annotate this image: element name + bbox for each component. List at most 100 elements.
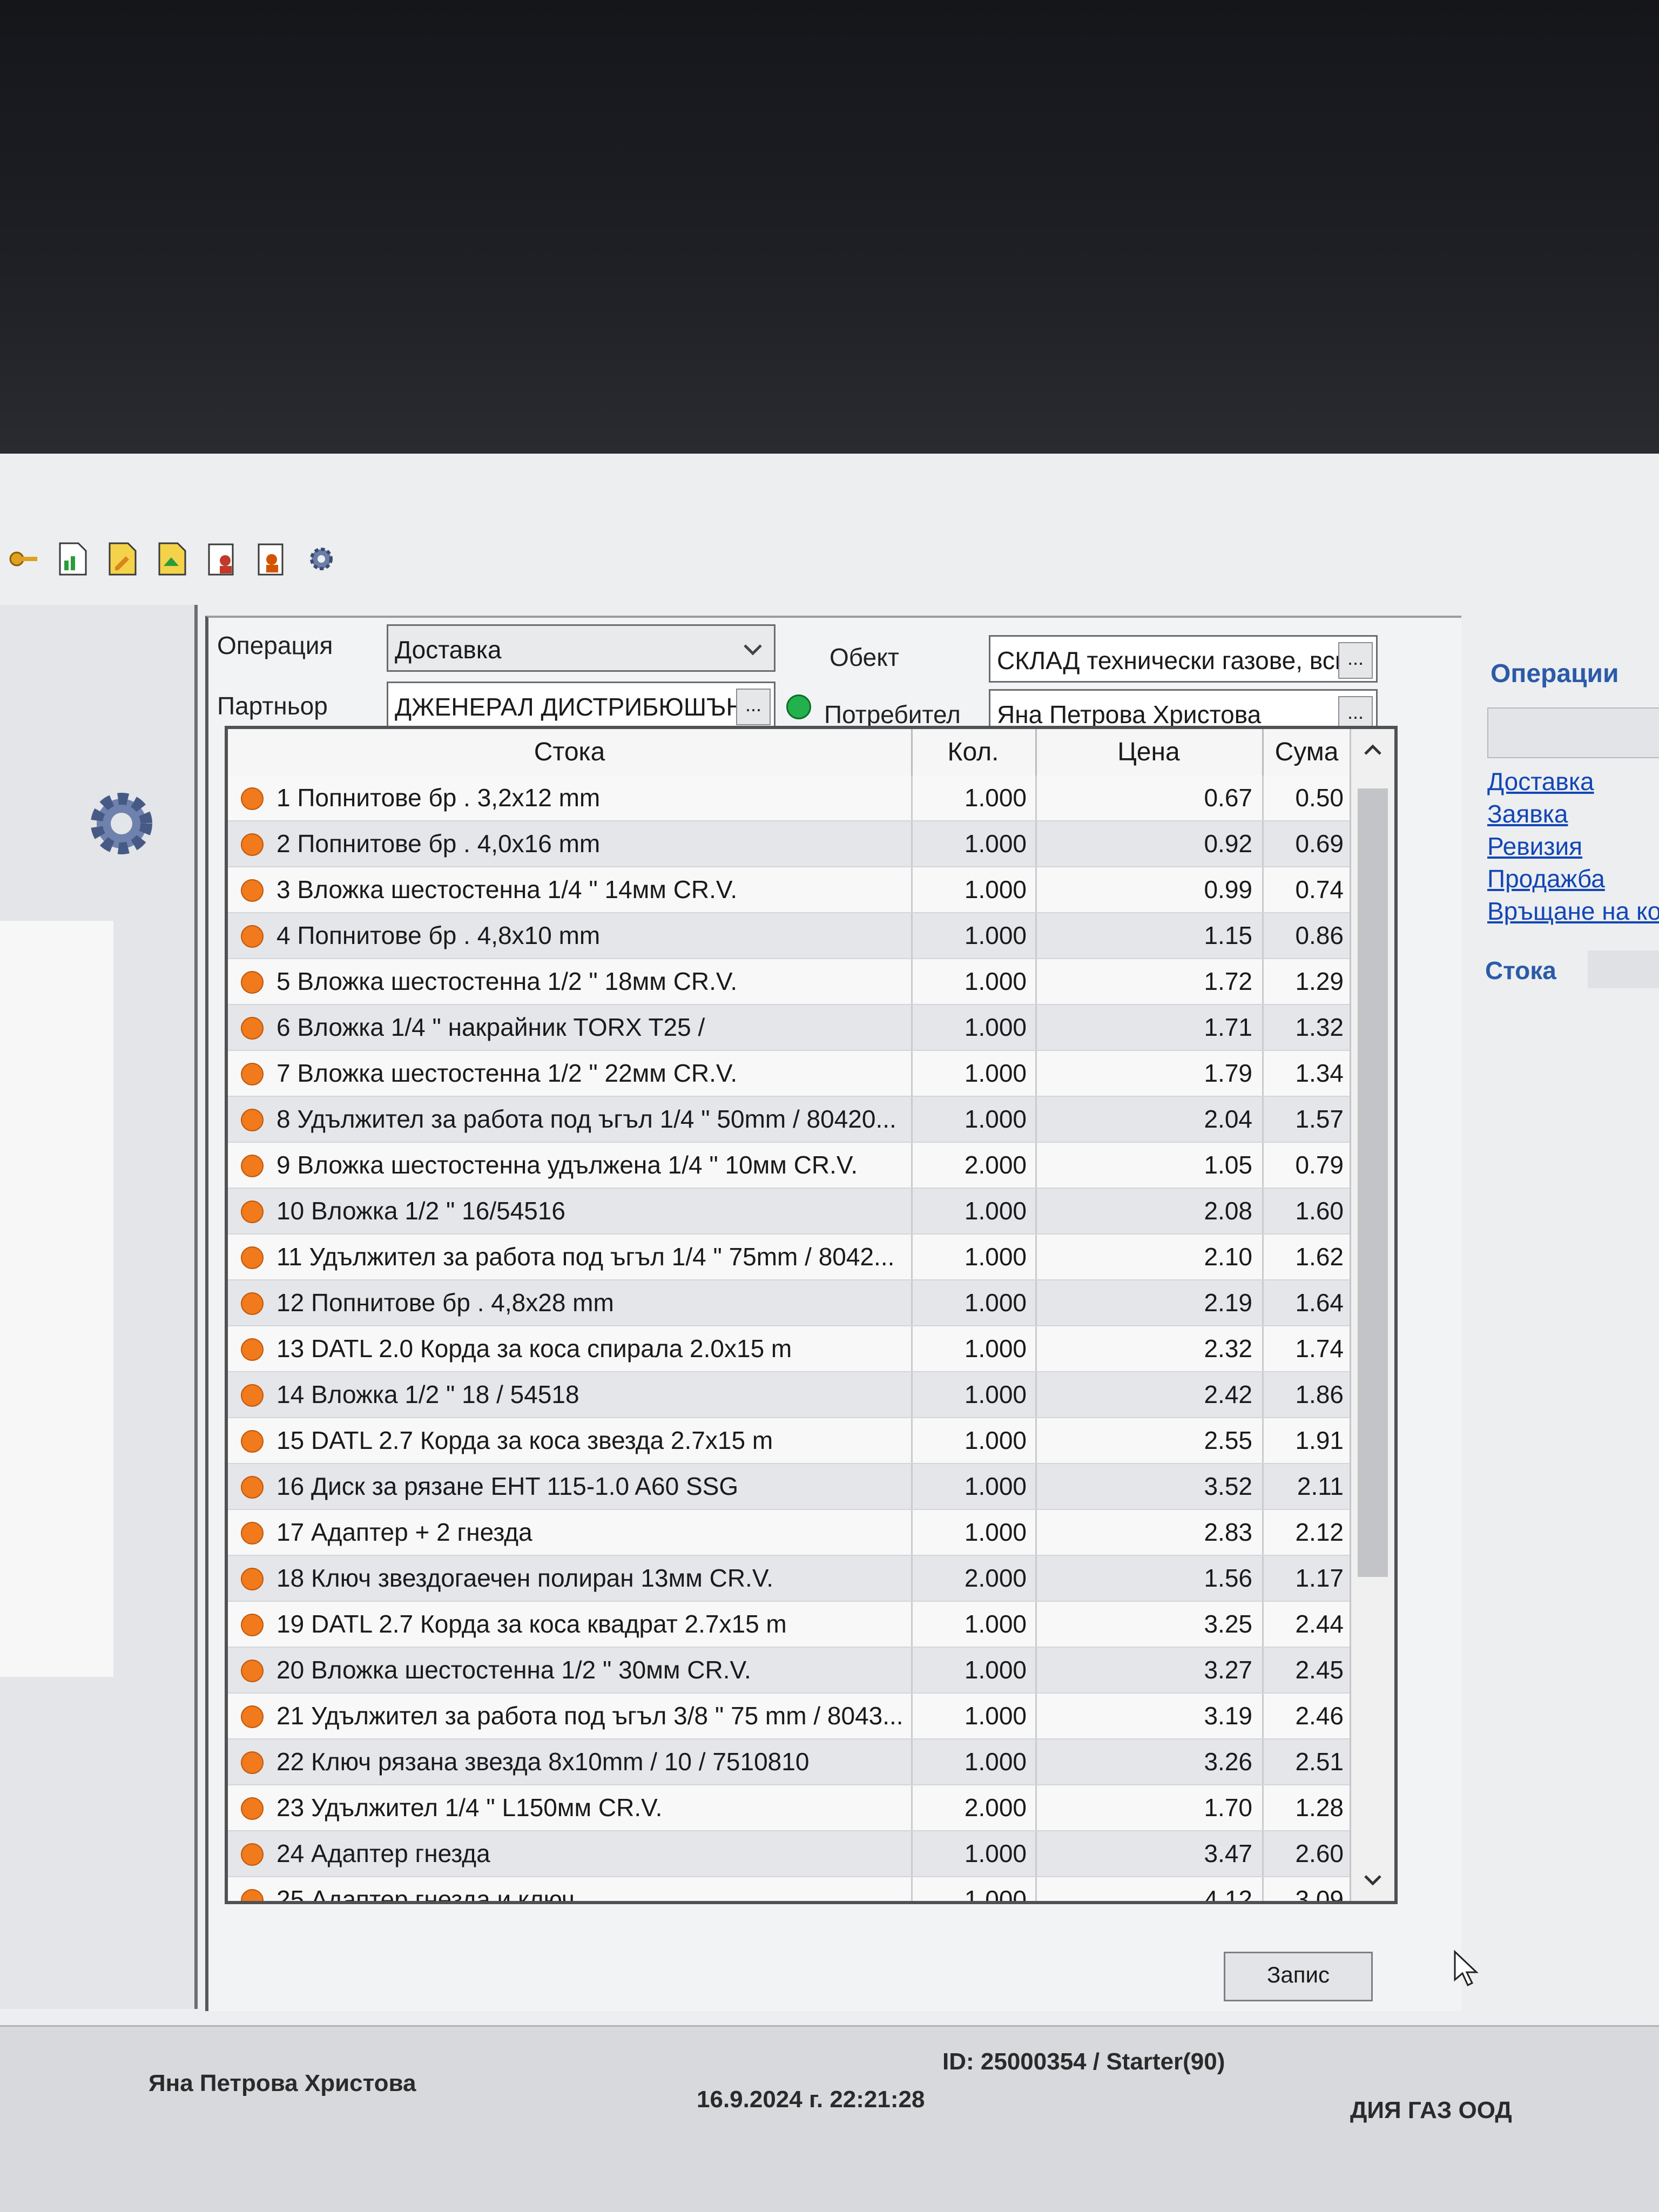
save-button[interactable]: Запис xyxy=(1224,1952,1373,2001)
column-header-item[interactable]: Стока xyxy=(228,729,913,775)
table-row[interactable]: 15 DATL 2.7 Корда за коса звезда 2.7x15 … xyxy=(228,1418,1351,1464)
cell-price[interactable]: 1.70 xyxy=(1035,1785,1262,1830)
cell-qty[interactable]: 1.000 xyxy=(911,1097,1035,1142)
partner-browse-button[interactable]: ... xyxy=(736,689,771,725)
cell-qty[interactable]: 1.000 xyxy=(911,1602,1035,1647)
table-row[interactable]: 21 Удължител за работа под ъгъл 3/8 " 75… xyxy=(228,1694,1351,1739)
table-row[interactable]: 18 Ключ звездогаечен полиран 13мм CR.V. 2… xyxy=(228,1556,1351,1602)
cell-price[interactable]: 3.52 xyxy=(1035,1464,1262,1509)
cell-price[interactable]: 2.19 xyxy=(1035,1280,1262,1325)
table-row[interactable]: 17 Адаптер + 2 гнезда 1.000 2.83 2.12 xyxy=(228,1510,1351,1556)
column-header-qty[interactable]: Кол. xyxy=(911,729,1037,775)
link-request[interactable]: Заявка xyxy=(1487,799,1568,828)
cell-qty[interactable]: 1.000 xyxy=(911,1877,1035,1901)
cell-qty[interactable]: 1.000 xyxy=(911,775,1035,820)
cell-price[interactable]: 2.42 xyxy=(1035,1372,1262,1417)
cell-qty[interactable]: 1.000 xyxy=(911,913,1035,958)
settings-gear-icon[interactable] xyxy=(86,788,157,859)
cell-qty[interactable]: 1.000 xyxy=(911,1694,1035,1738)
cell-price[interactable]: 1.71 xyxy=(1035,1005,1262,1050)
table-row[interactable]: 19 DATL 2.7 Корда за коса квадрат 2.7x15… xyxy=(228,1602,1351,1648)
cell-price[interactable]: 1.79 xyxy=(1035,1051,1262,1096)
cell-qty[interactable]: 1.000 xyxy=(911,1648,1035,1692)
table-row[interactable]: 1 Попнитове бр . 3,2x12 mm 1.000 0.67 0.50 xyxy=(228,775,1351,821)
table-row[interactable]: 12 Попнитове бр . 4,8x28 mm 1.000 2.19 1.64 xyxy=(228,1280,1351,1326)
table-row[interactable]: 6 Вложка 1/4 " накрайник TORX T25 / 1.000… xyxy=(228,1005,1351,1051)
table-row[interactable]: 24 Адаптер гнезда 1.000 3.47 2.60 xyxy=(228,1831,1351,1877)
cell-qty[interactable]: 1.000 xyxy=(911,1372,1035,1417)
user-search-icon[interactable] xyxy=(253,540,291,578)
object-field[interactable]: СКЛАД технически газове, вси ... xyxy=(989,635,1378,683)
vertical-scrollbar[interactable] xyxy=(1350,729,1394,1901)
table-row[interactable]: 20 Вложка шестостенна 1/2 " 30мм CR.V. 1.… xyxy=(228,1648,1351,1694)
table-row[interactable]: 7 Вложка шестостенна 1/2 " 22мм CR.V. 1.0… xyxy=(228,1051,1351,1097)
link-revision[interactable]: Ревизия xyxy=(1487,832,1582,861)
cell-price[interactable]: 1.72 xyxy=(1035,959,1262,1004)
cell-price[interactable]: 2.04 xyxy=(1035,1097,1262,1142)
table-row[interactable]: 23 Удължител 1/4 " L150мм CR.V. 2.000 1.70… xyxy=(228,1785,1351,1831)
cell-price[interactable]: 1.05 xyxy=(1035,1143,1262,1188)
table-row[interactable]: 16 Диск за рязане EHT 115-1.0 A60 SSG 1.0… xyxy=(228,1464,1351,1510)
cell-price[interactable]: 2.10 xyxy=(1035,1235,1262,1279)
cell-price[interactable]: 2.32 xyxy=(1035,1326,1262,1371)
cell-qty[interactable]: 1.000 xyxy=(911,1418,1035,1463)
cell-qty[interactable]: 1.000 xyxy=(911,1831,1035,1876)
document-chart-icon[interactable] xyxy=(54,540,92,578)
cell-qty[interactable]: 1.000 xyxy=(911,1510,1035,1555)
cell-price[interactable]: 0.99 xyxy=(1035,867,1262,912)
column-header-price[interactable]: Цена xyxy=(1035,729,1264,775)
cell-qty[interactable]: 1.000 xyxy=(911,1189,1035,1233)
cell-qty[interactable]: 1.000 xyxy=(911,1326,1035,1371)
table-row[interactable]: 11 Удължител за работа под ъгъл 1/4 " 75… xyxy=(228,1235,1351,1280)
operation-select[interactable]: Доставка xyxy=(387,624,775,672)
cell-qty[interactable]: 1.000 xyxy=(911,1739,1035,1784)
cell-price[interactable]: 0.67 xyxy=(1035,775,1262,820)
cell-price[interactable]: 2.55 xyxy=(1035,1418,1262,1463)
link-delivery[interactable]: Доставка xyxy=(1487,767,1594,796)
document-green-icon[interactable] xyxy=(153,540,191,578)
document-edit-icon[interactable] xyxy=(104,540,141,578)
cell-qty[interactable]: 1.000 xyxy=(911,821,1035,866)
cell-qty[interactable]: 1.000 xyxy=(911,1280,1035,1325)
column-header-sum[interactable]: Сума xyxy=(1262,729,1353,775)
link-return[interactable]: Връщане на кон xyxy=(1487,896,1659,926)
cell-price[interactable]: 3.47 xyxy=(1035,1831,1262,1876)
cell-price[interactable]: 1.15 xyxy=(1035,913,1262,958)
gear-icon[interactable] xyxy=(302,540,340,578)
cell-price[interactable]: 0.92 xyxy=(1035,821,1262,866)
link-sale[interactable]: Продажба xyxy=(1487,864,1605,893)
table-row[interactable]: 22 Ключ рязана звезда 8x10mm / 10 / 7510… xyxy=(228,1739,1351,1785)
cell-price[interactable]: 1.56 xyxy=(1035,1556,1262,1601)
table-row[interactable]: 2 Попнитове бр . 4,0x16 mm 1.000 0.92 0.69 xyxy=(228,821,1351,867)
scrollbar-thumb[interactable] xyxy=(1358,788,1388,1577)
cell-price[interactable]: 2.08 xyxy=(1035,1189,1262,1233)
scroll-down-icon[interactable] xyxy=(1360,1866,1386,1892)
chevron-down-icon[interactable] xyxy=(739,636,766,663)
items-grid[interactable]: Стока Кол. Цена Сума 1 Попнитове бр . 3,… xyxy=(225,726,1398,1904)
cell-qty[interactable]: 1.000 xyxy=(911,1005,1035,1050)
partner-field[interactable]: ДЖЕНЕРАЛ ДИСТРИБЮШЪН ... xyxy=(387,682,775,729)
table-row[interactable]: 10 Вложка 1/2 " 16/54516 1.000 2.08 1.60 xyxy=(228,1189,1351,1235)
table-row[interactable]: 3 Вложка шестостенна 1/4 " 14мм CR.V. 1.0… xyxy=(228,867,1351,913)
object-browse-button[interactable]: ... xyxy=(1338,642,1373,679)
cell-qty[interactable]: 1.000 xyxy=(911,1464,1035,1509)
key-icon[interactable] xyxy=(4,540,42,578)
cell-qty[interactable]: 1.000 xyxy=(911,959,1035,1004)
table-row[interactable]: 8 Удължител за работа под ъгъл 1/4 " 50m… xyxy=(228,1097,1351,1143)
cell-price[interactable]: 3.25 xyxy=(1035,1602,1262,1647)
table-row[interactable]: 13 DATL 2.0 Корда за коса спирала 2.0x15… xyxy=(228,1326,1351,1372)
cell-qty[interactable]: 2.000 xyxy=(911,1785,1035,1830)
cell-price[interactable]: 3.19 xyxy=(1035,1694,1262,1738)
cell-price[interactable]: 2.83 xyxy=(1035,1510,1262,1555)
user-report-icon[interactable] xyxy=(203,540,241,578)
cell-qty[interactable]: 2.000 xyxy=(911,1143,1035,1188)
table-row[interactable]: 9 Вложка шестостенна удължена 1/4 " 10мм… xyxy=(228,1143,1351,1189)
operations-search[interactable] xyxy=(1487,707,1659,758)
cell-price[interactable]: 3.26 xyxy=(1035,1739,1262,1784)
table-row[interactable]: 14 Вложка 1/2 " 18 / 54518 1.000 2.42 1.86 xyxy=(228,1372,1351,1418)
cell-qty[interactable]: 1.000 xyxy=(911,1235,1035,1279)
cell-price[interactable]: 4.12 xyxy=(1035,1877,1262,1901)
table-row[interactable]: 5 Вложка шестостенна 1/2 " 18мм CR.V. 1.0… xyxy=(228,959,1351,1005)
scroll-up-icon[interactable] xyxy=(1360,738,1386,764)
cell-qty[interactable]: 1.000 xyxy=(911,1051,1035,1096)
